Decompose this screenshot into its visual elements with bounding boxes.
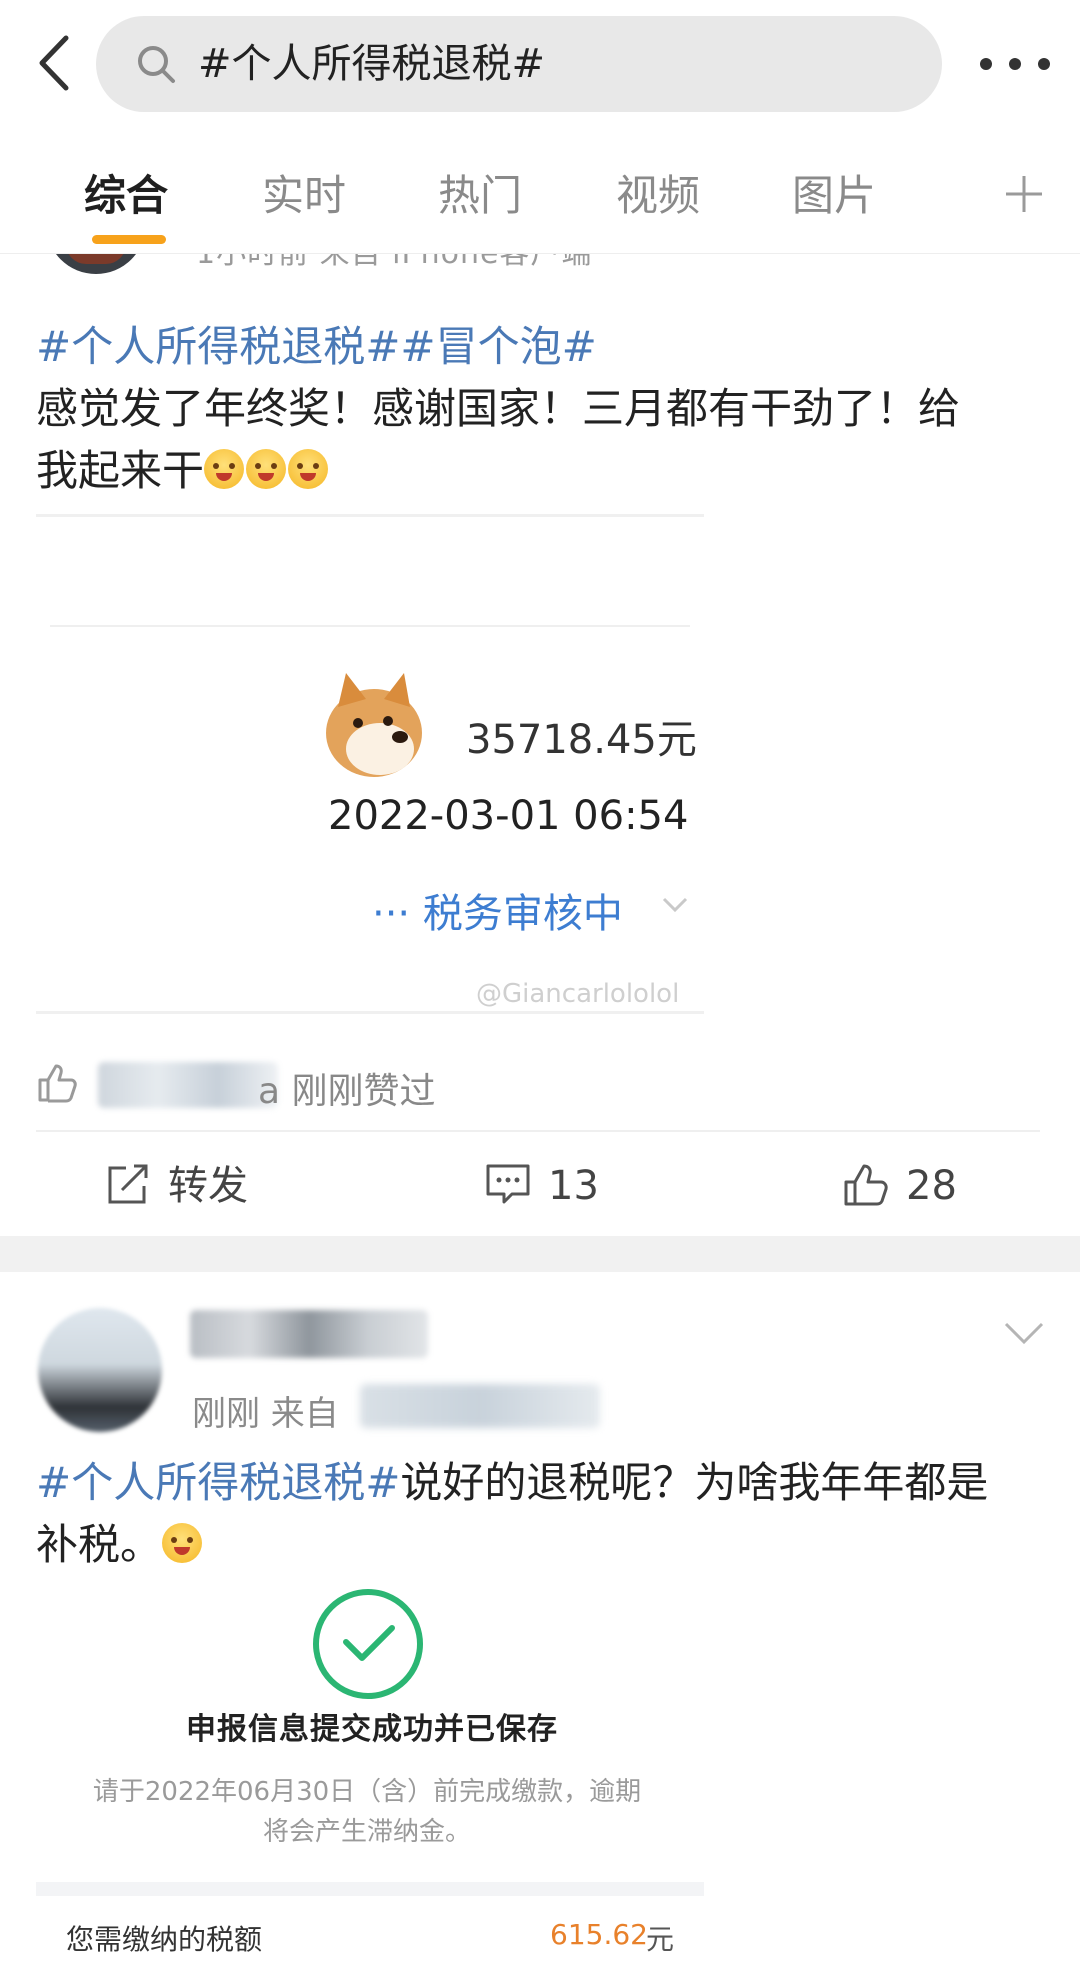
notice-line: 请于2022年06月30日（含）前完成缴款，逾期: [92, 1777, 642, 1807]
tax-amount: 615.62: [550, 1918, 648, 1951]
notice-line: 将会产生滞纳金。: [262, 1817, 471, 1847]
post-body-line: 我起来干: [36, 440, 1046, 502]
tab-video[interactable]: 视频: [616, 168, 700, 224]
chevron-down-icon: [662, 897, 688, 913]
post-body-text: 补税。: [36, 1520, 163, 1569]
crying-laughing-emoji-icon: [162, 1523, 203, 1563]
more-options-icon[interactable]: [970, 40, 1060, 88]
tax-label: 您需缴纳的税额: [66, 1923, 263, 1956]
hashtag-link[interactable]: #个人所得税退税##冒个泡#: [36, 322, 597, 371]
laughing-emoji-icon: [246, 449, 287, 489]
repost-label: 转发: [168, 1163, 248, 1209]
post-body-line: 补税。: [36, 1514, 1046, 1576]
thumbs-up-icon: [38, 1064, 77, 1103]
tab-hot[interactable]: 热门: [438, 168, 522, 224]
top-bar: #个人所得税退税#: [0, 0, 1080, 128]
thumbs-up-icon: [844, 1164, 888, 1206]
comment-count: 13: [548, 1163, 599, 1209]
post-image[interactable]: 35718.45元 2022-03-01 06:54 ··· 税务审核中 @Gi…: [36, 514, 704, 1014]
like-count: 28: [906, 1163, 957, 1209]
tax-due-row: 您需缴纳的税额 615.62 元: [36, 1882, 704, 1988]
tab-comprehensive[interactable]: 综合: [84, 168, 168, 224]
search-input[interactable]: #个人所得税退税#: [96, 16, 942, 112]
post-meta: 刚刚 来自: [192, 1394, 339, 1434]
success-title: 申报信息提交成功并已保存: [186, 1712, 558, 1747]
blurred-username[interactable]: [190, 1310, 428, 1358]
watermark: @Giancarlololol: [476, 979, 680, 1009]
feed-separator: [0, 1236, 1080, 1272]
liked-by-text: a 刚刚赞过: [258, 1071, 436, 1112]
post-hashtags[interactable]: #个人所得税退税##冒个泡#: [36, 316, 1046, 378]
success-check-icon: [313, 1589, 423, 1699]
back-arrow-icon[interactable]: [22, 28, 92, 98]
active-tab-indicator: [92, 235, 166, 244]
post-meta: 1小时前 来自 iPhone客户端: [196, 254, 592, 272]
tab-realtime[interactable]: 实时: [262, 168, 346, 224]
post-body-text: 说好的退税呢？为啥我年年都是: [400, 1458, 989, 1507]
post-card: 刚刚 来自 #个人所得税退税#说好的退税呢？为啥我年年都是 补税。 申报信息提交…: [0, 1272, 1080, 1988]
chevron-down-icon[interactable]: [1000, 1316, 1048, 1352]
add-tab-icon[interactable]: [1000, 170, 1048, 218]
avatar[interactable]: [38, 1308, 162, 1432]
tab-images[interactable]: 图片: [792, 168, 876, 224]
post-body-line: 感觉发了年终奖！感谢国家！三月都有干劲了！给: [36, 384, 961, 433]
refund-datetime: 2022-03-01 06:54: [328, 793, 689, 839]
repost-icon: [108, 1164, 148, 1204]
post-body-text: 我起来干: [36, 446, 205, 495]
comment-icon: [486, 1164, 530, 1204]
tax-unit: 元: [646, 1923, 675, 1956]
post-card: 1小时前 来自 iPhone客户端 #个人所得税退税##冒个泡# 感觉发了年终奖…: [0, 254, 1080, 1234]
divider: [36, 1130, 1040, 1132]
payment-notice: 请于2022年06月30日（含）前完成缴款，逾期 将会产生滞纳金。: [60, 1772, 674, 1852]
search-icon: [138, 46, 175, 83]
avatar[interactable]: [46, 254, 146, 274]
blurred-source: [360, 1384, 600, 1428]
laughing-emoji-icon: [288, 449, 329, 489]
laughing-emoji-icon: [204, 449, 245, 489]
shiba-dog-avatar-icon: [326, 673, 422, 777]
search-query: #个人所得税退税#: [198, 41, 546, 87]
blurred-username: [98, 1062, 278, 1108]
refund-amount: 35718.45元: [466, 717, 697, 763]
post-body-line: #个人所得税退税#说好的退税呢？为啥我年年都是: [36, 1452, 1046, 1514]
hashtag-link[interactable]: #个人所得税退税#: [36, 1458, 400, 1507]
review-status: ··· 税务审核中: [372, 891, 623, 937]
divider: [50, 625, 690, 627]
